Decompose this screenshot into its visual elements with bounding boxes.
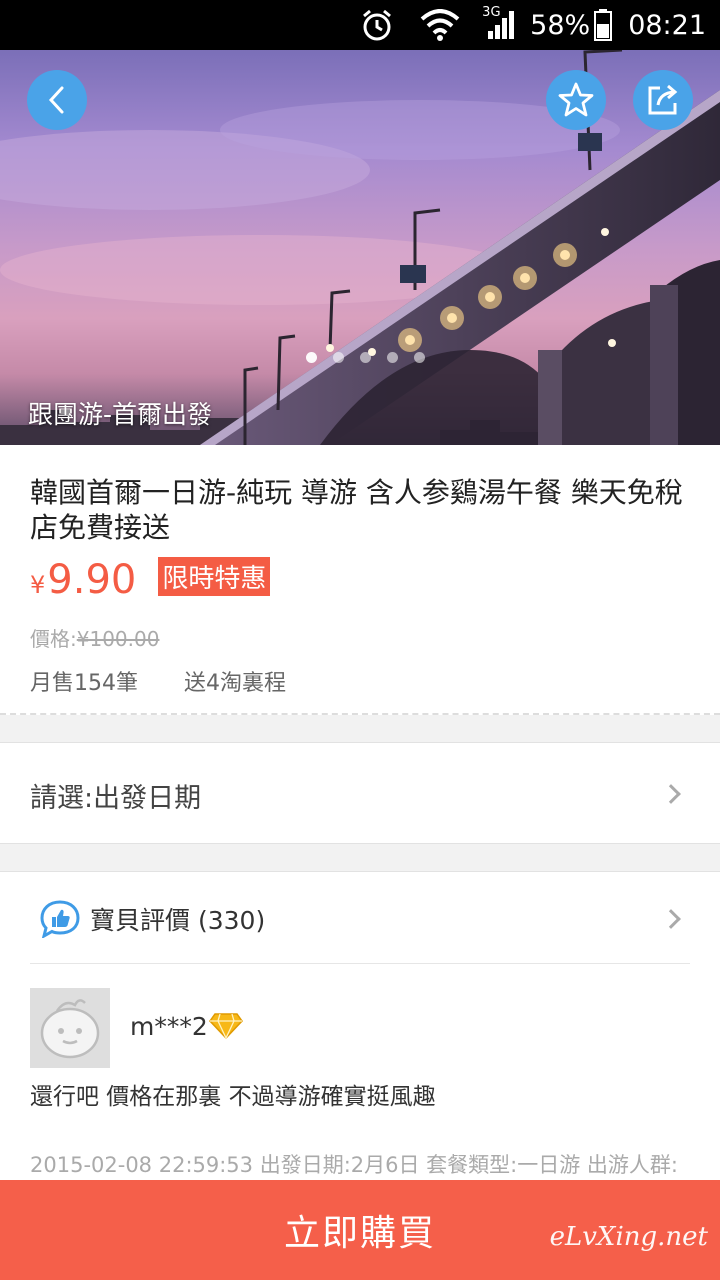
favorite-button[interactable] <box>546 70 606 130</box>
network-type: 3G <box>482 5 501 20</box>
reviews-count: (330) <box>197 906 266 935</box>
avatar-placeholder-icon <box>40 999 100 1059</box>
promo-badge: 限時特惠 <box>158 557 271 596</box>
avatar <box>30 988 110 1068</box>
price-currency: ¥ <box>30 571 46 599</box>
chevron-right-icon <box>661 784 681 804</box>
carousel-dot[interactable] <box>387 352 398 363</box>
carousel-dot[interactable] <box>333 352 344 363</box>
hero-caption: 跟團游-首爾出發 <box>28 400 213 429</box>
review-user-name: m***2 <box>130 1012 208 1041</box>
star-icon <box>558 82 594 117</box>
price-row: ¥ 9.90 限時特惠 <box>30 557 271 603</box>
reviews-header[interactable]: 寶貝評價 (330) <box>30 872 690 964</box>
buy-now-label: 立即購買 <box>283 1213 436 1254</box>
original-price-row: 價格:¥100.00 <box>30 623 159 652</box>
status-bar: 3G 58% 08:21 <box>0 0 720 50</box>
review-text: 還行吧 價格在那裏 不過導游確實挺風趣 <box>30 1084 436 1110</box>
product-info: 韓國首爾一日游-純玩 導游 含人参鷄湯午餐 樂天免稅店免費接送 ¥ 9.90 限… <box>0 445 720 715</box>
bonus-points: 送4淘裏程 <box>184 671 286 696</box>
share-icon <box>648 84 678 115</box>
product-title: 韓國首爾一日游-純玩 導游 含人参鷄湯午餐 樂天免稅店免費接送 <box>30 476 683 544</box>
select-date-label: 請選:出發日期 <box>30 783 202 814</box>
carousel-dot[interactable] <box>360 352 371 363</box>
battery-icon <box>594 9 613 41</box>
share-button[interactable] <box>633 70 693 130</box>
sales-row: 月售154筆 送4淘裏程 <box>30 665 286 697</box>
watermark: eLvXing.net <box>549 1222 708 1252</box>
chevron-right-icon <box>661 909 681 929</box>
price: 9.90 <box>47 557 137 603</box>
reviews-title-text: 寶貝評價 <box>90 906 191 935</box>
carousel-indicator[interactable] <box>306 352 441 363</box>
bridge-illustration <box>0 50 720 445</box>
carousel-dot[interactable] <box>414 352 425 363</box>
original-price: ¥100.00 <box>76 627 160 651</box>
wifi-icon <box>420 9 460 41</box>
alarm-icon <box>360 8 394 42</box>
back-icon <box>48 86 64 114</box>
diamond-icon <box>209 1013 243 1040</box>
battery-percent: 58% <box>530 9 591 41</box>
original-price-label: 價格: <box>30 627 77 651</box>
back-button[interactable] <box>27 70 87 130</box>
signal-icon: 3G <box>482 5 516 41</box>
carousel-dot[interactable] <box>306 352 317 363</box>
select-date-row[interactable]: 請選:出發日期 <box>0 742 720 844</box>
clock: 08:21 <box>628 9 706 41</box>
hero-image[interactable]: 跟團游-首爾出發 <box>0 50 720 445</box>
reviews-title: 寶貝評價 (330) <box>90 901 265 937</box>
monthly-sales: 月售154筆 <box>30 671 138 696</box>
reviews-section: 寶貝評價 (330) m***2 還行吧 價格在那裏 不過導游確實挺風趣 201… <box>0 871 720 1192</box>
thumbs-up-icon <box>40 900 80 938</box>
